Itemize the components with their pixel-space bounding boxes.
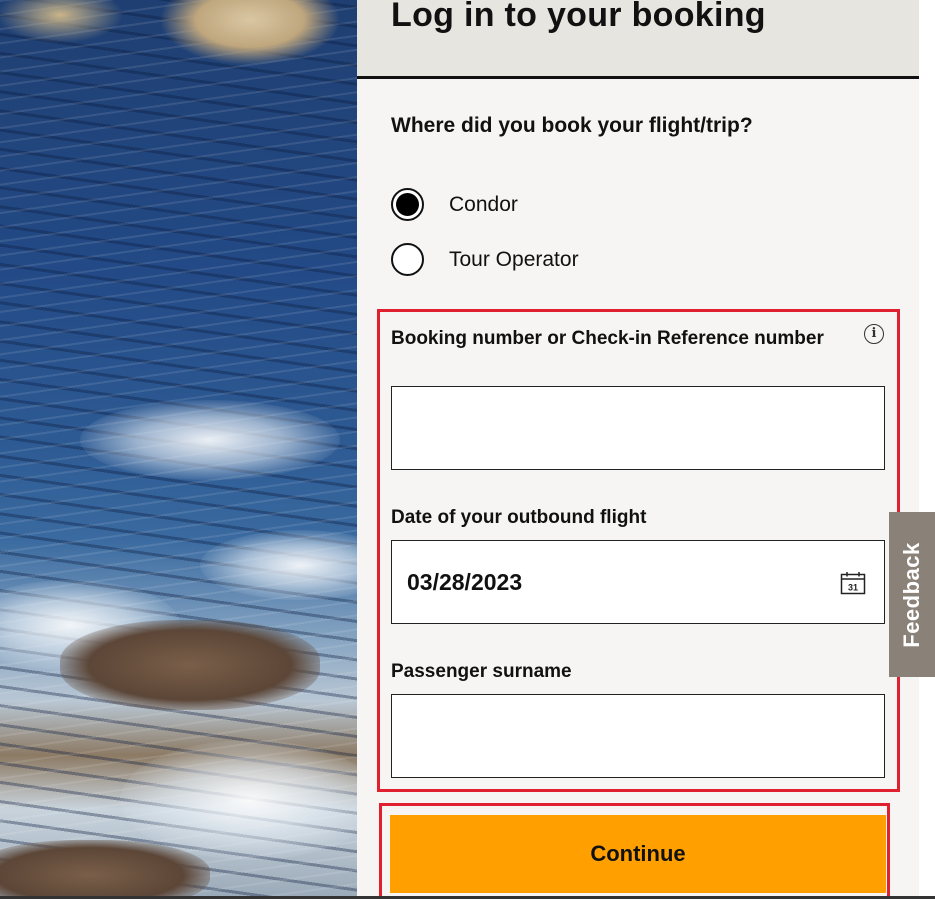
panel-header: Log in to your booking <box>357 0 919 79</box>
calendar-icon[interactable]: 31 <box>840 571 866 595</box>
feedback-tab[interactable]: Feedback <box>889 512 935 677</box>
surname-label: Passenger surname <box>391 661 572 682</box>
calendar-icon-day: 31 <box>848 583 858 593</box>
page-title: Log in to your booking <box>391 0 766 34</box>
photo-foam <box>80 400 340 480</box>
login-panel: Log in to your booking Where did you boo… <box>357 0 919 899</box>
surname-input[interactable] <box>391 694 885 778</box>
radio-label-tour-operator: Tour Operator <box>449 247 579 271</box>
booking-source-question: Where did you book your flight/trip? <box>391 114 753 137</box>
photo-foam <box>120 740 357 860</box>
radio-button-tour-operator[interactable] <box>391 243 424 276</box>
radio-selected-dot <box>396 193 419 216</box>
background-photo <box>0 0 357 899</box>
radio-button-condor[interactable] <box>391 188 424 221</box>
continue-button[interactable]: Continue <box>390 815 886 893</box>
booking-number-label: Booking number or Check-in Reference num… <box>391 328 824 349</box>
radio-option-tour-operator[interactable]: Tour Operator <box>391 243 579 276</box>
outbound-date-field[interactable]: 03/28/2023 31 <box>391 540 885 624</box>
info-icon[interactable]: i <box>864 324 884 344</box>
photo-rock <box>0 840 210 899</box>
page-right-margin <box>919 0 935 899</box>
outbound-date-value: 03/28/2023 <box>407 569 523 595</box>
outbound-date-label: Date of your outbound flight <box>391 507 647 528</box>
photo-foam <box>200 530 357 600</box>
radio-option-condor[interactable]: Condor <box>391 188 518 221</box>
photo-rock <box>60 620 320 710</box>
booking-number-input[interactable] <box>391 386 885 470</box>
radio-label-condor: Condor <box>449 192 518 216</box>
feedback-label: Feedback <box>899 541 924 648</box>
